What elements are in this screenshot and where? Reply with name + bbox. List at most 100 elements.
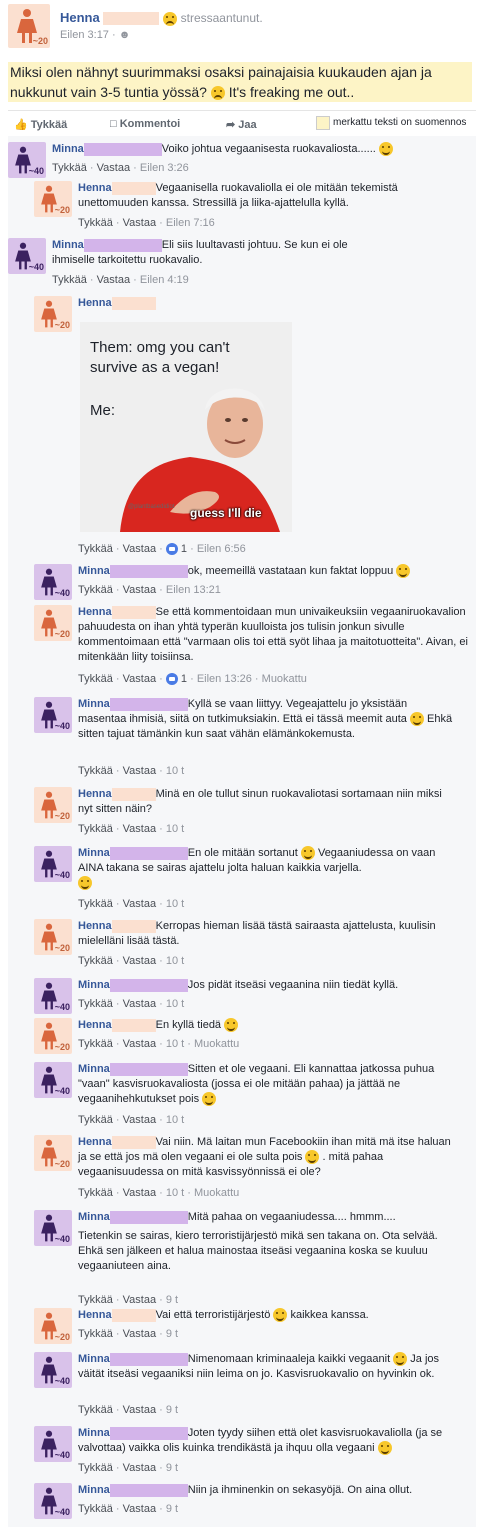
comment-reply-link[interactable]: Vastaa	[123, 673, 156, 685]
comment-time[interactable]: 9 t	[166, 1294, 178, 1306]
comment-author[interactable]: Minna	[78, 1211, 110, 1223]
comment-author[interactable]: Henna	[78, 1309, 112, 1321]
comment-like-link[interactable]: Tykkää	[78, 1038, 113, 1050]
comment-author[interactable]: Minna	[52, 143, 84, 155]
comment-time[interactable]: Eilen 7:16	[166, 217, 215, 229]
comment-avatar[interactable]: ~20	[34, 919, 72, 955]
comment-like-link[interactable]: Tykkää	[78, 1503, 113, 1515]
comment-avatar[interactable]: ~20	[34, 605, 72, 641]
like-button[interactable]: 👍 Tykkää	[14, 118, 67, 131]
comment-like-link[interactable]: Tykkää	[52, 274, 87, 286]
comment-reply-link[interactable]: Vastaa	[123, 1294, 156, 1306]
comment-author[interactable]: Minna	[78, 1484, 110, 1496]
like-count[interactable]: 1	[178, 673, 187, 685]
comment-time[interactable]: Eilen 4:19	[140, 274, 189, 286]
comment-button[interactable]: □ Kommentoi	[110, 118, 180, 130]
comment-author[interactable]: Henna	[78, 1136, 112, 1148]
comment-like-link[interactable]: Tykkää	[78, 1187, 113, 1199]
comment-avatar[interactable]: ~20	[34, 181, 72, 217]
comment-time[interactable]: 10 t	[166, 1114, 184, 1126]
comment-time[interactable]: Eilen 13:21	[166, 584, 221, 596]
comment-author[interactable]: Minna	[78, 698, 110, 710]
comment-like-link[interactable]: Tykkää	[78, 1462, 113, 1474]
comment-like-link[interactable]: Tykkää	[78, 1294, 113, 1306]
comment-like-link[interactable]: Tykkää	[78, 1404, 113, 1416]
comment-avatar[interactable]: ~20	[34, 1135, 72, 1171]
comment-reply-link[interactable]: Vastaa	[123, 1187, 156, 1199]
comment-author[interactable]: Henna	[78, 1019, 112, 1031]
comment-reply-link[interactable]: Vastaa	[123, 1462, 156, 1474]
comment-reply-link[interactable]: Vastaa	[123, 1404, 156, 1416]
comment-avatar[interactable]: ~20	[34, 787, 72, 823]
comment-avatar[interactable]: ~40	[34, 697, 72, 733]
comment-avatar[interactable]: ~40	[34, 564, 72, 600]
comment-reply-link[interactable]: Vastaa	[123, 1114, 156, 1126]
share-button[interactable]: ➦ Jaa	[226, 118, 257, 131]
comment-time[interactable]: 9 t	[166, 1328, 178, 1340]
comment-author[interactable]: Minna	[52, 239, 84, 251]
comment-like-link[interactable]: Tykkää	[78, 765, 113, 777]
comment-time[interactable]: 9 t	[166, 1462, 178, 1474]
comment-avatar[interactable]: ~20	[34, 1018, 72, 1054]
comment-avatar[interactable]: ~20	[34, 296, 72, 332]
comment-author[interactable]: Minna	[78, 1353, 110, 1365]
comment-like-link[interactable]: Tykkää	[78, 1114, 113, 1126]
comment-like-link[interactable]: Tykkää	[78, 898, 113, 910]
comment-reply-link[interactable]: Vastaa	[123, 1503, 156, 1515]
comment-avatar[interactable]: ~40	[34, 1062, 72, 1098]
comment-like-link[interactable]: Tykkää	[78, 217, 113, 229]
comment-avatar[interactable]: ~20	[34, 1308, 72, 1344]
comment-reply-link[interactable]: Vastaa	[123, 543, 156, 555]
comment-time[interactable]: Eilen 6:56	[197, 543, 246, 555]
comment-avatar[interactable]: ~40	[8, 238, 46, 274]
comment-avatar[interactable]: ~40	[8, 142, 46, 178]
comment-avatar[interactable]: ~40	[34, 1426, 72, 1462]
comment-time[interactable]: 10 t	[166, 1187, 184, 1199]
comment-reply-link[interactable]: Vastaa	[123, 1328, 156, 1340]
comment-like-link[interactable]: Tykkää	[78, 543, 113, 555]
edited-label[interactable]: Muokattu	[262, 673, 307, 685]
post-avatar[interactable]: ~20	[8, 4, 50, 48]
comment-author[interactable]: Minna	[78, 565, 110, 577]
comment-time[interactable]: 9 t	[166, 1404, 178, 1416]
comment-author[interactable]: Minna	[78, 979, 110, 991]
comment-reply-link[interactable]: Vastaa	[97, 274, 130, 286]
comment-time[interactable]: Eilen 13:26	[197, 673, 252, 685]
meme-image[interactable]: Them: omg you can't survive as a vegan! …	[80, 322, 292, 532]
post-time[interactable]: Eilen 3:17	[60, 29, 109, 41]
comment-reply-link[interactable]: Vastaa	[123, 765, 156, 777]
comment-author[interactable]: Minna	[78, 1063, 110, 1075]
comment-time[interactable]: 10 t	[166, 1038, 184, 1050]
comment-reply-link[interactable]: Vastaa	[123, 1038, 156, 1050]
edited-label[interactable]: Muokattu	[194, 1187, 239, 1199]
comment-avatar[interactable]: ~40	[34, 1352, 72, 1388]
comment-avatar[interactable]: ~40	[34, 1210, 72, 1246]
comment-avatar[interactable]: ~40	[34, 978, 72, 1014]
comment-author[interactable]: Henna	[78, 182, 112, 194]
like-count[interactable]: 1	[178, 543, 187, 555]
comment-time[interactable]: Eilen 3:26	[140, 162, 189, 174]
comment-avatar[interactable]: ~40	[34, 846, 72, 882]
comment-reply-link[interactable]: Vastaa	[123, 823, 156, 835]
comment-like-link[interactable]: Tykkää	[78, 823, 113, 835]
comment-like-link[interactable]: Tykkää	[78, 998, 113, 1010]
comment-avatar[interactable]: ~40	[34, 1483, 72, 1519]
comment-time[interactable]: 10 t	[166, 998, 184, 1010]
comment-time[interactable]: 9 t	[166, 1503, 178, 1515]
comment-reply-link[interactable]: Vastaa	[123, 584, 156, 596]
comment-reply-link[interactable]: Vastaa	[123, 898, 156, 910]
comment-time[interactable]: 10 t	[166, 955, 184, 967]
comment-author[interactable]: Henna	[78, 606, 112, 618]
comment-like-link[interactable]: Tykkää	[78, 1328, 113, 1340]
comment-time[interactable]: 10 t	[166, 898, 184, 910]
comment-author[interactable]: Minna	[78, 847, 110, 859]
comment-like-link[interactable]: Tykkää	[78, 584, 113, 596]
comment-reply-link[interactable]: Vastaa	[123, 998, 156, 1010]
comment-like-link[interactable]: Tykkää	[78, 955, 113, 967]
comment-like-link[interactable]: Tykkää	[52, 162, 87, 174]
comment-like-link[interactable]: Tykkää	[78, 673, 113, 685]
comment-reply-link[interactable]: Vastaa	[123, 955, 156, 967]
comment-time[interactable]: 10 t	[166, 823, 184, 835]
comment-reply-link[interactable]: Vastaa	[123, 217, 156, 229]
comment-author[interactable]: Henna	[78, 297, 112, 309]
